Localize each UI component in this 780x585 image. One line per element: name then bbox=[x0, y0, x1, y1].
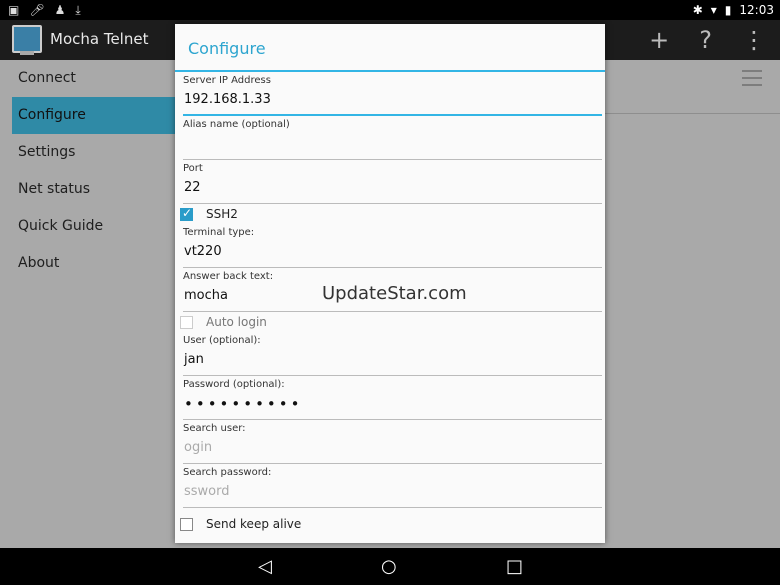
sidebar: Connect Configure Settings Net status Qu… bbox=[12, 60, 186, 548]
password-field: Password (optional): •••••••••• bbox=[175, 376, 605, 420]
server-ip-field: Server IP Address 192.168.1.33 bbox=[175, 72, 605, 116]
ssh2-label: SSH2 bbox=[206, 207, 238, 221]
terminal-type-label: Terminal type: bbox=[183, 227, 255, 238]
navigation-bar: ◁ ○ □ bbox=[0, 548, 780, 585]
app-title: Mocha Telnet bbox=[50, 30, 149, 48]
port-input[interactable]: 22 bbox=[183, 174, 602, 204]
sidebar-item-connect[interactable]: Connect bbox=[12, 60, 186, 97]
dialog-title: Configure bbox=[175, 24, 605, 72]
keyhole-icon: ♟ bbox=[54, 3, 66, 17]
search-user-field: Search user: ogin bbox=[175, 420, 605, 464]
sidebar-item-configure[interactable]: Configure bbox=[12, 97, 186, 134]
auto-login-checkbox[interactable] bbox=[180, 315, 193, 329]
download-icon: ⤓ bbox=[75, 3, 81, 17]
port-label: Port bbox=[183, 163, 203, 174]
user-field: User (optional): jan bbox=[175, 332, 605, 376]
port-field: Port 22 bbox=[175, 160, 605, 204]
user-label: User (optional): bbox=[183, 335, 261, 346]
search-password-field: Search password: ssword bbox=[175, 464, 605, 508]
content-header bbox=[605, 60, 780, 114]
password-input[interactable]: •••••••••• bbox=[183, 390, 602, 420]
auto-login-label: Auto login bbox=[206, 315, 267, 329]
terminal-type-field: Terminal type: vt220 bbox=[175, 224, 605, 268]
bluetooth-icon: ✱ bbox=[692, 3, 703, 17]
overflow-menu-icon[interactable]: ⋮ bbox=[742, 26, 766, 54]
alias-input[interactable] bbox=[183, 130, 602, 160]
password-label: Password (optional): bbox=[183, 379, 285, 390]
recents-icon[interactable]: □ bbox=[506, 556, 523, 577]
alias-field: Alias name (optional) bbox=[175, 116, 605, 160]
ssh2-row[interactable]: SSH2 bbox=[175, 204, 605, 224]
terminal-type-input[interactable]: vt220 bbox=[183, 238, 602, 268]
sidebar-item-quick-guide[interactable]: Quick Guide bbox=[12, 208, 186, 245]
sidebar-item-settings[interactable]: Settings bbox=[12, 134, 186, 171]
clock: 12:03 bbox=[739, 3, 774, 17]
image-icon: ▣ bbox=[8, 3, 20, 17]
menu-icon[interactable] bbox=[742, 70, 762, 86]
keep-alive-row[interactable]: Send keep alive bbox=[175, 514, 605, 534]
auto-login-row[interactable]: Auto login bbox=[175, 312, 605, 332]
server-ip-label: Server IP Address bbox=[183, 75, 271, 86]
server-ip-input[interactable]: 192.168.1.33 bbox=[183, 86, 602, 116]
microphone-icon: 🎤︎ bbox=[29, 3, 45, 17]
system-icons: ✱ ▾ ▮ 12:03 bbox=[693, 3, 774, 17]
back-icon[interactable]: ◁ bbox=[258, 556, 272, 577]
battery-icon: ▮ bbox=[724, 3, 732, 17]
status-bar: ▣ 🎤︎ ♟ ⤓ ✱ ▾ ▮ 12:03 bbox=[0, 0, 780, 20]
search-user-input[interactable]: ogin bbox=[183, 434, 602, 464]
app-logo-icon bbox=[12, 25, 42, 55]
search-password-input[interactable]: ssword bbox=[183, 478, 602, 508]
watermark: UpdateStar.com bbox=[322, 283, 467, 304]
answer-back-label: Answer back text: bbox=[183, 271, 274, 282]
wifi-icon: ▾ bbox=[710, 3, 717, 17]
keep-alive-label: Send keep alive bbox=[206, 517, 302, 531]
search-user-label: Search user: bbox=[183, 423, 246, 434]
help-icon[interactable]: ? bbox=[699, 26, 712, 54]
search-password-label: Search password: bbox=[183, 467, 272, 478]
alias-label: Alias name (optional) bbox=[183, 119, 290, 130]
ssh2-checkbox[interactable] bbox=[180, 206, 193, 221]
sidebar-item-about[interactable]: About bbox=[12, 245, 186, 282]
user-input[interactable]: jan bbox=[183, 346, 602, 376]
app-actions: + ? ⋮ bbox=[649, 26, 766, 54]
keep-alive-checkbox[interactable] bbox=[180, 517, 193, 531]
notification-icons: ▣ 🎤︎ ♟ ⤓ bbox=[8, 3, 81, 18]
sidebar-item-net-status[interactable]: Net status bbox=[12, 171, 186, 208]
home-icon[interactable]: ○ bbox=[381, 556, 397, 577]
add-icon[interactable]: + bbox=[649, 26, 669, 54]
